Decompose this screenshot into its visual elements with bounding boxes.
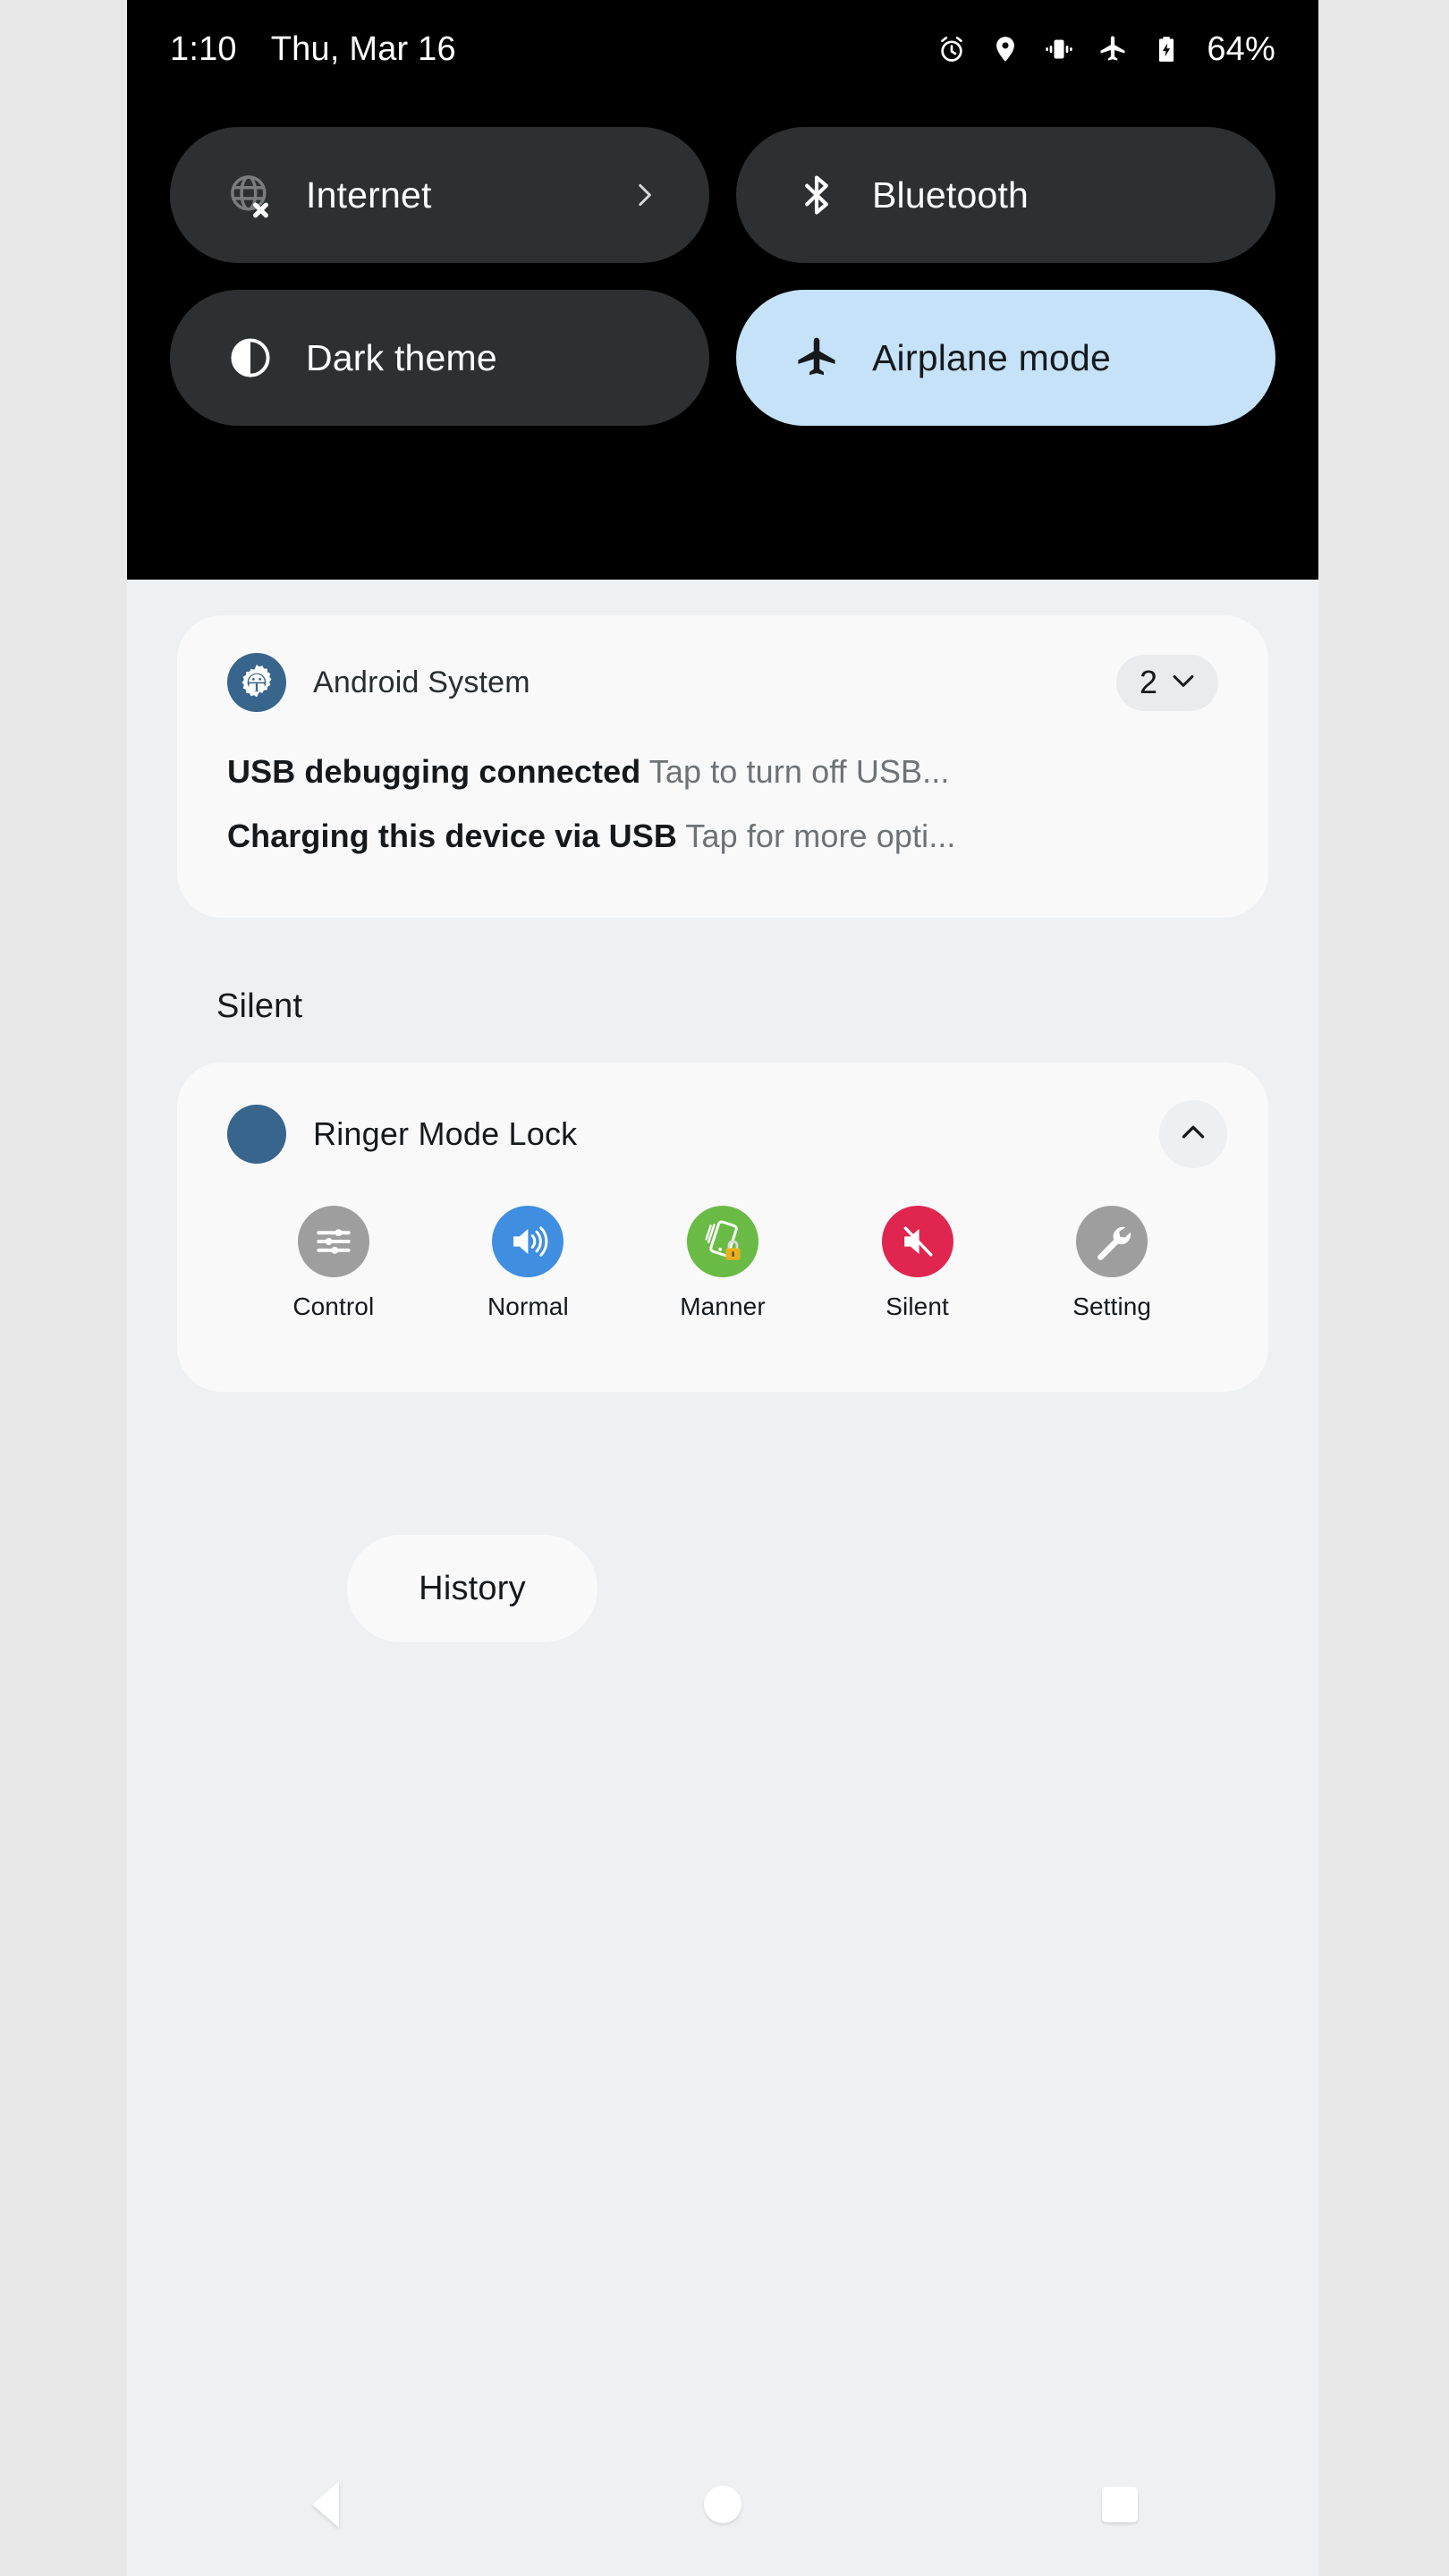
status-bar-left: 1:10 Thu, Mar 16 [170, 30, 456, 69]
notification-group-android-system[interactable]: Android System 2 USB debugging connected… [177, 615, 1268, 918]
chevron-down-icon [1168, 665, 1199, 700]
android-system-gear-icon [227, 653, 286, 712]
section-header-silent: Silent [216, 987, 303, 1025]
nav-home-button[interactable] [524, 2486, 921, 2523]
chevron-up-icon [1177, 1116, 1209, 1153]
qs-tile-internet[interactable]: Internet [170, 127, 709, 263]
vibrate-icon [1044, 34, 1074, 64]
battery-percent-label: 64% [1207, 30, 1275, 68]
location-icon [990, 34, 1021, 64]
qs-tile-internet-label: Internet [306, 174, 432, 216]
status-time: 1:10 [170, 30, 237, 68]
quick-settings-panel: 1:10 Thu, Mar 16 64% Internet Bluetooth … [127, 0, 1318, 580]
notification-row[interactable]: Charging this device via USB Tap for mor… [227, 818, 1218, 855]
volume-up-icon [492, 1206, 564, 1277]
notification-row[interactable]: USB debugging connected Tap to turn off … [227, 753, 1218, 791]
bluetooth-icon [792, 170, 842, 220]
ringer-action-manner[interactable]: Manner [625, 1206, 820, 1321]
nav-recents-button[interactable] [921, 2487, 1318, 2522]
notification-ringer-mode-lock[interactable]: Ringer Mode Lock Control Normal Manner S… [177, 1063, 1268, 1392]
phone-vibrate-lock-icon [686, 1206, 758, 1277]
ringer-action-label: Control [292, 1292, 375, 1320]
nav-back-button[interactable] [127, 2481, 524, 2528]
globe-off-icon [225, 170, 275, 220]
ringer-action-setting[interactable]: Setting [1014, 1206, 1209, 1321]
ringer-action-label: Manner [680, 1292, 766, 1320]
qs-tile-airplane-mode[interactable]: Airplane mode [736, 290, 1275, 426]
battery-charging-icon [1151, 34, 1182, 64]
status-bar: 1:10 Thu, Mar 16 64% [127, 0, 1318, 98]
sliders-icon [297, 1206, 369, 1277]
navigation-bar [127, 2433, 1318, 2576]
ringer-action-label: Normal [487, 1292, 569, 1320]
ringer-action-silent[interactable]: Silent [820, 1206, 1015, 1321]
notification-app-name: Android System [313, 665, 530, 699]
airplane-icon [1097, 34, 1128, 64]
qs-tile-dark-theme-label: Dark theme [306, 336, 497, 378]
notification-shade: Android System 2 USB debugging connected… [127, 580, 1318, 2576]
quick-settings-tiles: Internet Bluetooth Dark theme Airplane m… [170, 127, 1275, 426]
ringer-action-normal[interactable]: Normal [431, 1206, 626, 1321]
ringer-action-control[interactable]: Control [236, 1206, 431, 1321]
status-bar-icons: 64% [936, 30, 1275, 69]
ringer-notification-header: Ringer Mode Lock [177, 1063, 1268, 1206]
qs-tile-bluetooth[interactable]: Bluetooth [736, 127, 1275, 263]
chevron-right-icon[interactable] [629, 180, 659, 210]
ringer-app-icon [227, 1105, 286, 1164]
volume-mute-icon [881, 1206, 953, 1277]
notification-text: Tap to turn off USB... [648, 753, 950, 790]
notification-collapse-button[interactable] [1159, 1100, 1227, 1168]
notification-header: Android System 2 [227, 653, 1218, 712]
notification-text: Tap for more opti... [685, 818, 956, 854]
ringer-actions-row: Control Normal Manner Silent Setting [177, 1206, 1268, 1321]
history-button[interactable]: History [347, 1535, 597, 1642]
notification-count: 2 [1139, 664, 1157, 700]
ringer-notification-title: Ringer Mode Lock [313, 1115, 578, 1152]
qs-tile-bluetooth-label: Bluetooth [872, 174, 1030, 216]
notification-expand-button[interactable]: 2 [1115, 654, 1218, 711]
alarm-icon [936, 34, 967, 64]
notification-title: USB debugging connected [227, 753, 641, 790]
ringer-action-label: Setting [1072, 1292, 1152, 1320]
home-icon [704, 2486, 741, 2523]
qs-tile-airplane-mode-label: Airplane mode [872, 336, 1111, 378]
qs-tile-dark-theme[interactable]: Dark theme [170, 290, 709, 426]
device-screen: 1:10 Thu, Mar 16 64% Internet Bluetooth … [127, 0, 1318, 2576]
back-icon [312, 2481, 339, 2528]
contrast-circle-icon [225, 333, 275, 383]
status-date: Thu, Mar 16 [270, 30, 456, 68]
wrench-icon [1076, 1206, 1148, 1277]
recents-icon [1102, 2487, 1138, 2522]
airplane-icon [792, 333, 842, 383]
notification-title: Charging this device via USB [227, 818, 677, 854]
ringer-action-label: Silent [886, 1292, 949, 1320]
